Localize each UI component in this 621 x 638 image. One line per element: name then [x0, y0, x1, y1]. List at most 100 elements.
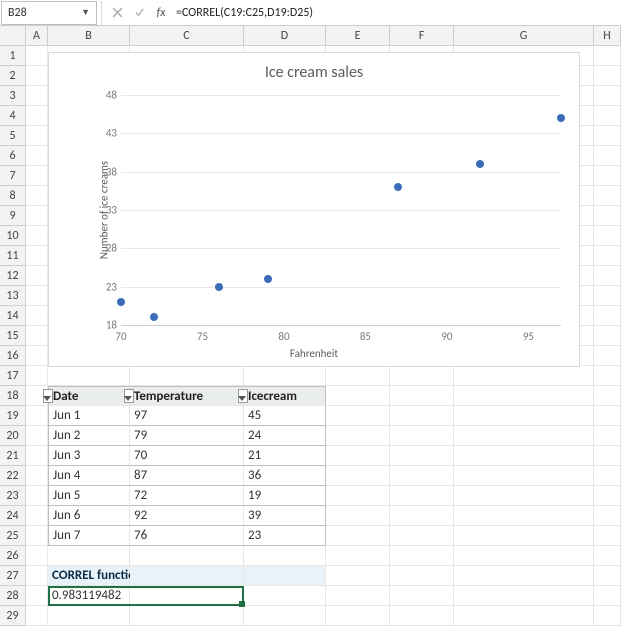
cell[interactable]: [594, 586, 621, 606]
cell[interactable]: [390, 406, 454, 426]
enter-formula-button[interactable]: [128, 2, 150, 24]
cell[interactable]: [26, 86, 48, 106]
correl-result[interactable]: 0.983119482: [48, 586, 130, 606]
cell[interactable]: [454, 386, 594, 406]
cell[interactable]: [26, 446, 48, 466]
cell[interactable]: Jun 1: [48, 406, 130, 426]
cell[interactable]: [26, 126, 48, 146]
cell[interactable]: [26, 606, 48, 626]
column-header[interactable]: D: [244, 26, 326, 45]
row-header[interactable]: 13: [0, 286, 26, 306]
cell[interactable]: 45: [244, 406, 326, 426]
cell[interactable]: [594, 86, 621, 106]
row-header[interactable]: 14: [0, 306, 26, 326]
cell[interactable]: [48, 546, 130, 566]
cell[interactable]: [454, 406, 594, 426]
row-header[interactable]: 17: [0, 366, 26, 386]
cell[interactable]: [390, 366, 454, 386]
row-header[interactable]: 5: [0, 126, 26, 146]
cell[interactable]: [48, 366, 130, 386]
row-header[interactable]: 15: [0, 326, 26, 346]
cell[interactable]: [326, 406, 390, 426]
cell[interactable]: 70: [130, 446, 244, 466]
cell[interactable]: Jun 6: [48, 506, 130, 526]
cell[interactable]: [594, 226, 621, 246]
filter-dropdown-icon[interactable]: [124, 389, 134, 403]
cell[interactable]: [26, 266, 48, 286]
chart[interactable]: Ice cream salesNumber of ice creamsFahre…: [48, 52, 580, 367]
cell[interactable]: Jun 2: [48, 426, 130, 446]
row-header[interactable]: 28: [0, 586, 26, 606]
cell[interactable]: [130, 546, 244, 566]
cell[interactable]: [594, 446, 621, 466]
cell[interactable]: [594, 506, 621, 526]
cell[interactable]: [594, 566, 621, 586]
cell[interactable]: [594, 46, 621, 66]
row-header[interactable]: 9: [0, 206, 26, 226]
cell[interactable]: [326, 386, 390, 406]
row-header[interactable]: 10: [0, 226, 26, 246]
column-header[interactable]: F: [390, 26, 454, 45]
cell[interactable]: [26, 566, 48, 586]
cell[interactable]: [244, 586, 326, 606]
row-header[interactable]: 6: [0, 146, 26, 166]
cell[interactable]: [454, 486, 594, 506]
cell[interactable]: [244, 366, 326, 386]
cell[interactable]: [244, 566, 326, 586]
cell[interactable]: [594, 306, 621, 326]
row-header[interactable]: 3: [0, 86, 26, 106]
cell[interactable]: [326, 586, 390, 606]
cell[interactable]: [130, 566, 244, 586]
row-header[interactable]: 7: [0, 166, 26, 186]
cell[interactable]: [26, 546, 48, 566]
cell[interactable]: [244, 546, 326, 566]
cell[interactable]: [26, 526, 48, 546]
cell[interactable]: [26, 586, 48, 606]
cell[interactable]: [326, 546, 390, 566]
cell[interactable]: [454, 506, 594, 526]
row-header[interactable]: 18: [0, 386, 26, 406]
cell[interactable]: [454, 546, 594, 566]
cell[interactable]: [326, 486, 390, 506]
cell[interactable]: Icecream: [244, 386, 326, 406]
cell[interactable]: [26, 46, 48, 66]
cell[interactable]: [244, 606, 326, 626]
cell[interactable]: Date: [48, 386, 130, 406]
filter-dropdown-icon[interactable]: [238, 389, 248, 403]
cell[interactable]: [26, 206, 48, 226]
cell[interactable]: [326, 606, 390, 626]
name-box[interactable]: B28 ▼: [1, 1, 97, 25]
row-header[interactable]: 25: [0, 526, 26, 546]
row-header[interactable]: 21: [0, 446, 26, 466]
row-header[interactable]: 24: [0, 506, 26, 526]
column-header[interactable]: H: [594, 26, 621, 45]
cell[interactable]: [594, 406, 621, 426]
cell[interactable]: [594, 126, 621, 146]
cell[interactable]: [594, 486, 621, 506]
row-header[interactable]: 1: [0, 46, 26, 66]
cell[interactable]: [594, 206, 621, 226]
cell[interactable]: [26, 246, 48, 266]
cell[interactable]: [390, 486, 454, 506]
cell[interactable]: [594, 146, 621, 166]
cell[interactable]: 23: [244, 526, 326, 546]
cell[interactable]: Jun 4: [48, 466, 130, 486]
cell[interactable]: [26, 486, 48, 506]
formula-input[interactable]: =CORREL(C19:C25,D19:D25): [172, 6, 621, 20]
row-header[interactable]: 27: [0, 566, 26, 586]
cell[interactable]: [454, 606, 594, 626]
cell[interactable]: 36: [244, 466, 326, 486]
cell[interactable]: [26, 406, 48, 426]
insert-function-button[interactable]: fx: [150, 2, 172, 24]
cell[interactable]: [594, 66, 621, 86]
cell[interactable]: [454, 566, 594, 586]
cells-area[interactable]: 123456789101112131415161718DateTemperatu…: [0, 46, 621, 626]
row-header[interactable]: 12: [0, 266, 26, 286]
cell[interactable]: [594, 286, 621, 306]
cell[interactable]: [454, 466, 594, 486]
cell[interactable]: [130, 606, 244, 626]
cell[interactable]: [26, 66, 48, 86]
cell[interactable]: [26, 106, 48, 126]
column-header[interactable]: E: [326, 26, 390, 45]
section-header[interactable]: CORREL function: [48, 566, 130, 586]
